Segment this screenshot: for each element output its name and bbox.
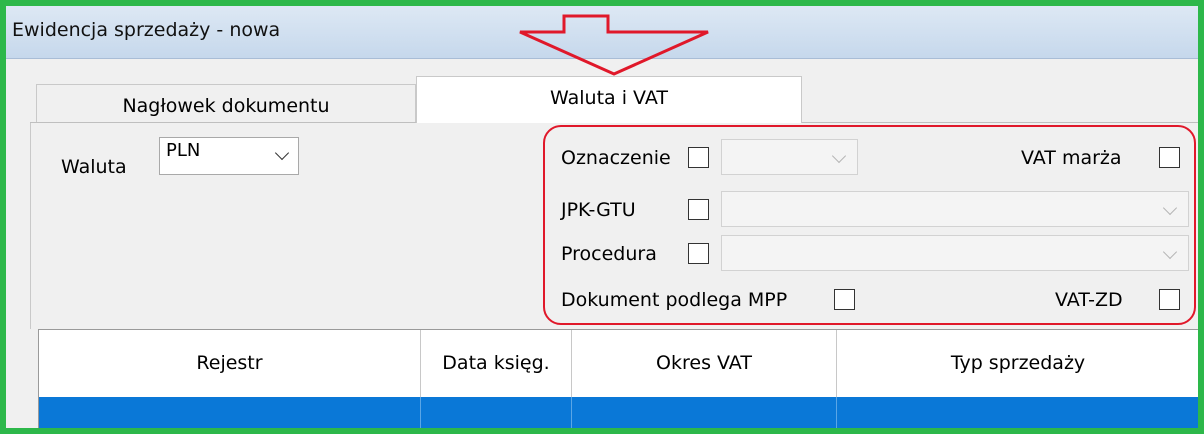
down-arrow-icon (519, 14, 709, 76)
column-header-data-ksieg[interactable]: Data księg. (421, 330, 572, 397)
tab-label: Waluta i VAT (550, 87, 668, 109)
sales-register-grid[interactable]: Rejestr Data księg. Okres VAT Typ sprzed… (38, 329, 1198, 428)
table-cell[interactable] (39, 397, 421, 428)
column-header-okres-vat[interactable]: Okres VAT (572, 330, 837, 397)
column-header-typ-sprzedazy[interactable]: Typ sprzedaży (837, 330, 1198, 397)
column-header-rejestr[interactable]: Rejestr (39, 330, 421, 397)
table-cell[interactable] (421, 397, 572, 428)
table-cell[interactable] (572, 397, 837, 428)
table-row-selected[interactable] (39, 397, 1198, 428)
window-frame: Ewidencja sprzedaży - nowa Nagłowek doku… (0, 0, 1204, 434)
chevron-down-icon (274, 145, 290, 161)
tab-waluta-i-vat[interactable]: Waluta i VAT (416, 76, 802, 123)
currency-label: Waluta (61, 156, 127, 178)
table-cell[interactable] (837, 397, 1198, 428)
currency-value: PLN (166, 140, 201, 161)
tab-naglowek-dokumentu[interactable]: Nagłowek dokumentu (36, 84, 416, 122)
tab-label: Nagłowek dokumentu (122, 95, 330, 117)
currency-select[interactable]: PLN (159, 137, 299, 175)
window-title: Ewidencja sprzedaży - nowa (12, 19, 281, 41)
highlight-annotation (543, 125, 1196, 325)
title-bar: Ewidencja sprzedaży - nowa (6, 6, 1198, 76)
